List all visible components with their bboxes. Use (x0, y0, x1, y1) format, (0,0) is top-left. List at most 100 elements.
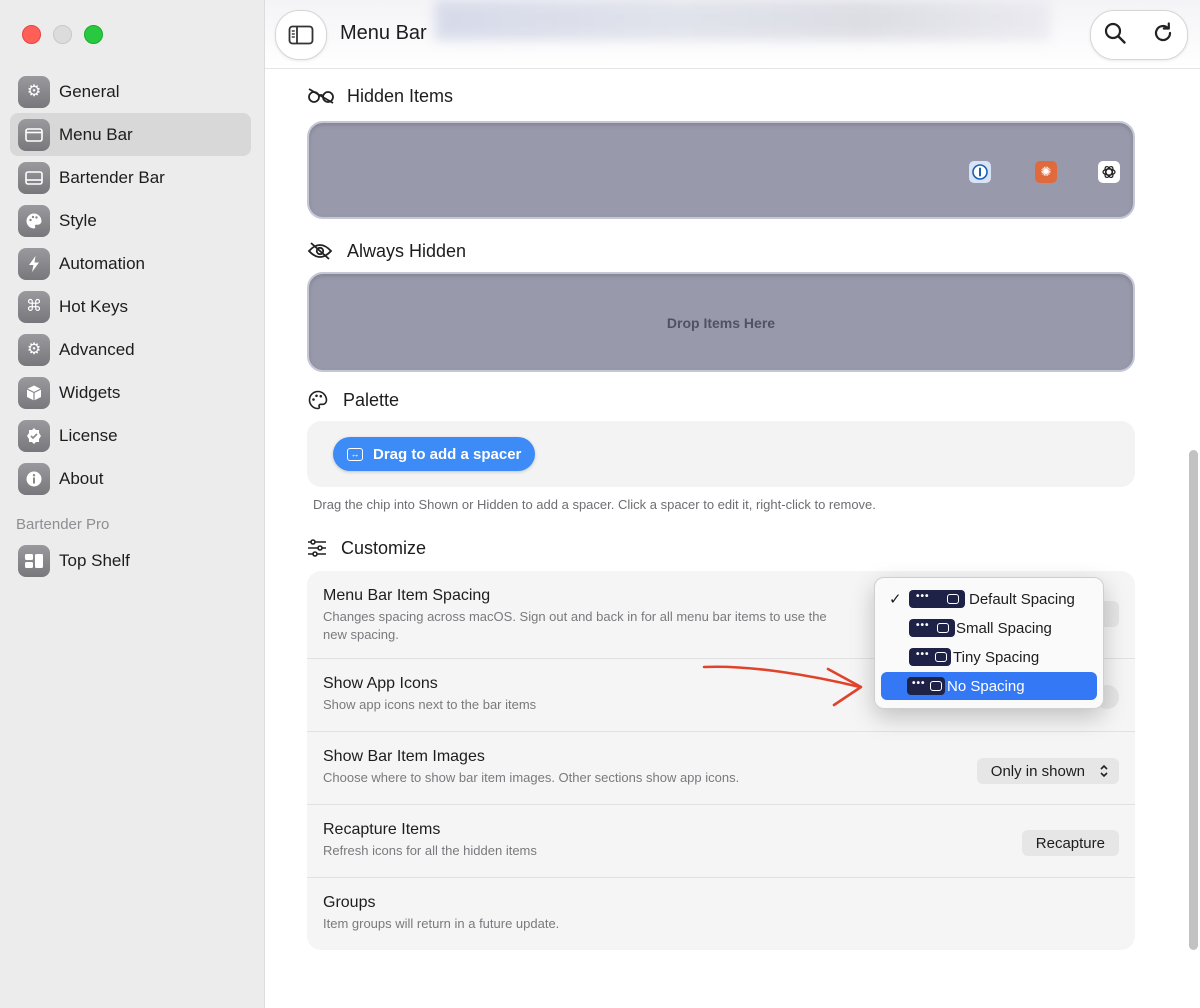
refresh-button[interactable] (1151, 21, 1175, 50)
sidebar-item-label: Style (59, 210, 97, 230)
palette-icon (18, 204, 50, 237)
menu-item-label: Default Spacing (969, 590, 1075, 608)
always-hidden-tray[interactable]: Drop Items Here (307, 272, 1135, 372)
sidebar-item-label: Top Shelf (59, 550, 130, 570)
claude-icon[interactable]: ✺ (1035, 161, 1057, 183)
sidebar-item-label: Hot Keys (59, 296, 128, 316)
palette-hint: Drag the chip into Shown or Hidden to ad… (313, 497, 876, 512)
annotation-arrow (702, 665, 863, 707)
bar-images-setting-row: Show Bar Item Images Choose where to sho… (307, 732, 1135, 805)
eye-slash-icon (307, 241, 335, 261)
hidden-items-tray[interactable]: ✺ (307, 121, 1135, 219)
setting-description: Choose where to show bar item images. Ot… (323, 770, 740, 785)
sidebar-nav: ⚙ General Menu Bar Bartender Bar Style A… (10, 70, 251, 582)
toolbar-actions (1090, 10, 1188, 60)
bar-images-popup-button[interactable]: Only in shown (976, 758, 1119, 784)
sidebar-item-bartender-bar[interactable]: Bartender Bar (10, 156, 251, 199)
sidebar-item-label: Automation (59, 253, 145, 273)
always-hidden-header: Always Hidden (307, 233, 1135, 269)
close-window-button[interactable] (22, 25, 41, 44)
menu-item-small-spacing[interactable]: ••• Small Spacing (881, 614, 1097, 642)
sidebar-item-label: Bartender Bar (59, 167, 165, 187)
spacer-icon: ↔ (347, 447, 363, 461)
drop-placeholder: Drop Items Here (666, 315, 776, 331)
section-title: Always Hidden (347, 240, 467, 261)
search-button[interactable] (1103, 21, 1127, 50)
1password-icon[interactable] (969, 161, 991, 183)
setting-title: Recapture Items (323, 821, 441, 838)
sidebar-item-label: License (59, 425, 118, 445)
sidebar-item-style[interactable]: Style (10, 199, 251, 242)
zoom-window-button[interactable] (84, 25, 103, 44)
section-title: Customize (341, 537, 427, 558)
menu-bar-settings: Hidden Items ✺ Always Hidden Drop Items … (307, 70, 1135, 950)
recapture-setting-row: Recapture Items Refresh icons for all th… (307, 805, 1135, 878)
sidebar-item-top-shelf[interactable]: Top Shelf (10, 539, 251, 582)
spacing-preview-icon: ••• (909, 648, 951, 666)
setting-description: Refresh icons for all the hidden items (323, 843, 537, 858)
setting-description: Changes spacing across macOS. Sign out a… (323, 609, 827, 642)
bolt-icon (18, 247, 50, 280)
sidebar-item-label: About (59, 468, 104, 488)
sidebar-icon (288, 25, 314, 45)
minimize-window-button[interactable] (53, 25, 72, 44)
spacing-preview-icon: ••• (909, 619, 955, 637)
cube-icon (18, 376, 50, 409)
recapture-button[interactable]: Recapture (1021, 830, 1119, 856)
sidebar-item-about[interactable]: About (10, 457, 251, 500)
top-shelf-icon (18, 544, 50, 577)
spacing-preview-icon: ••• (909, 590, 965, 608)
sidebar-item-menu-bar[interactable]: Menu Bar (10, 113, 251, 156)
sidebar-item-label: Menu Bar (59, 124, 133, 144)
sliders-icon (307, 538, 329, 558)
sidebar-item-label: Widgets (59, 382, 121, 402)
popup-value: Only in shown (990, 762, 1085, 780)
hidden-items-header: Hidden Items (307, 78, 1135, 114)
groups-setting-row: Groups Item groups will return in a futu… (307, 878, 1135, 950)
sidebar-item-license[interactable]: License (10, 414, 251, 457)
toolbar: Menu Bar (265, 0, 1200, 69)
sidebar-item-widgets[interactable]: Widgets (10, 371, 251, 414)
window-controls (22, 25, 103, 44)
scrollbar-thumb[interactable] (1189, 450, 1198, 950)
gear-icon: ⚙ (18, 75, 50, 108)
refresh-icon (1154, 21, 1172, 41)
command-icon: ⌘ (18, 290, 50, 323)
setting-title: Groups (323, 894, 376, 911)
toolbar-backdrop (435, 0, 1050, 40)
menu-item-label: Tiny Spacing (953, 648, 1040, 666)
gears-icon: ⚙ (18, 333, 50, 366)
hidden-glasses-icon (307, 86, 335, 106)
palette-header: Palette (307, 382, 1135, 418)
sidebar-section-label: Bartender Pro (16, 516, 110, 533)
menu-item-tiny-spacing[interactable]: ••• Tiny Spacing (881, 643, 1097, 671)
menu-item-no-spacing[interactable]: ••• No Spacing (881, 672, 1097, 700)
sidebar-toggle-button[interactable] (275, 10, 327, 60)
chevron-up-down-icon (1100, 764, 1108, 778)
search-icon (1104, 22, 1126, 44)
menu-item-label: No Spacing (947, 677, 1025, 695)
sidebar-item-automation[interactable]: Automation (10, 242, 251, 285)
sidebar-item-general[interactable]: ⚙ General (10, 70, 251, 113)
sidebar-item-hot-keys[interactable]: ⌘ Hot Keys (10, 285, 251, 328)
spacing-preview-icon: ••• (907, 677, 945, 695)
palette-area: ↔ Drag to add a spacer (307, 421, 1135, 487)
spacer-chip[interactable]: ↔ Drag to add a spacer (333, 437, 536, 471)
chip-label: Drag to add a spacer (373, 445, 522, 463)
menu-item-default-spacing[interactable]: ✓ ••• Default Spacing (881, 585, 1097, 613)
menubar-icon (18, 118, 50, 151)
sidebar-item-advanced[interactable]: ⚙ Advanced (10, 328, 251, 371)
checkmark-icon: ✓ (889, 591, 902, 608)
palette-icon (307, 390, 331, 410)
section-title: Hidden Items (347, 85, 454, 106)
settings-window: ⚙ General Menu Bar Bartender Bar Style A… (0, 0, 1200, 1008)
info-icon (18, 462, 50, 495)
chatgpt-icon[interactable] (1098, 161, 1120, 183)
spacing-dropdown-menu: ✓ ••• Default Spacing ••• Small Spacing … (874, 577, 1104, 709)
menu-item-label: Small Spacing (956, 619, 1052, 637)
sidebar-item-label: Advanced (59, 339, 135, 359)
section-title: Palette (343, 389, 400, 410)
customize-header: Customize (307, 530, 1135, 566)
setting-description: Item groups will return in a future upda… (323, 916, 560, 931)
sidebar: ⚙ General Menu Bar Bartender Bar Style A… (0, 0, 265, 1008)
